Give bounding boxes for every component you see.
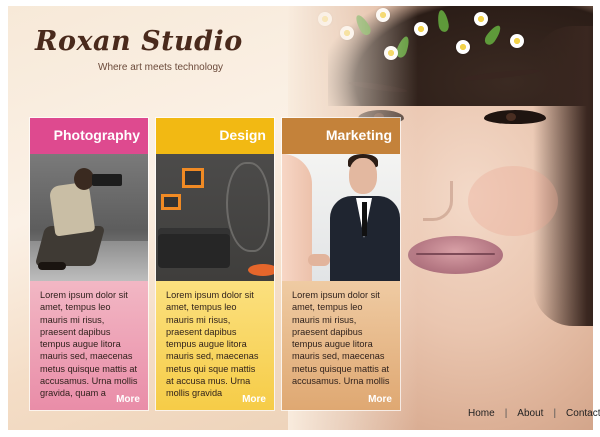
flower-decoration — [510, 34, 524, 48]
card-header: Photography — [30, 118, 148, 154]
cheek — [468, 166, 558, 236]
lips — [408, 236, 503, 274]
card-body: Lorem ipsum dolor sit amet, tempus leo m… — [156, 281, 274, 410]
card-title[interactable]: Marketing — [326, 127, 392, 143]
card-text: Lorem ipsum dolor sit amet, tempus leo m… — [40, 290, 138, 399]
card-design: Design Lorem ipsum dolor sit amet, tempu… — [156, 118, 274, 410]
card-header: Marketing — [282, 118, 400, 154]
card-body: Lorem ipsum dolor sit amet, tempus leo m… — [282, 281, 400, 410]
more-link[interactable]: More — [116, 394, 140, 406]
site-tagline: Where art meets technology — [98, 62, 224, 73]
card-title[interactable]: Design — [219, 127, 266, 143]
photographer-image — [30, 154, 148, 281]
nav-separator: | — [504, 408, 508, 419]
nose — [423, 181, 453, 221]
sofa — [158, 228, 230, 268]
nav-contact-link[interactable]: Contact — [566, 408, 600, 419]
eye — [484, 110, 546, 124]
card-photography: Photography Lorem ipsum dolor sit amet, … — [30, 118, 148, 410]
card-marketing: Marketing Lorem ipsum dolor sit amet, te… — [282, 118, 400, 410]
businessman-image — [282, 154, 400, 281]
card-body: Lorem ipsum dolor sit amet, tempus leo m… — [30, 281, 148, 410]
more-link[interactable]: More — [368, 394, 392, 406]
flower-decoration — [474, 12, 488, 26]
nav-separator: | — [553, 408, 557, 419]
site-logo[interactable]: Roxan Studio — [35, 26, 243, 57]
card-text: Lorem ipsum dolor sit amet, tempus leo m… — [292, 290, 390, 387]
nav-about-link[interactable]: About — [517, 408, 543, 419]
nav-home-link[interactable]: Home — [468, 408, 495, 419]
page-frame: Roxan Studio Where art meets technology … — [8, 6, 593, 430]
card-header: Design — [156, 118, 274, 154]
more-link[interactable]: More — [242, 394, 266, 406]
card-text: Lorem ipsum dolor sit amet, tempus leo m… — [166, 290, 259, 399]
flower-decoration — [456, 40, 470, 54]
camera-icon — [92, 174, 122, 186]
card-title[interactable]: Photography — [54, 127, 140, 143]
interior-design-image — [156, 154, 274, 281]
footer-nav: Home | About | Contact — [468, 408, 600, 419]
